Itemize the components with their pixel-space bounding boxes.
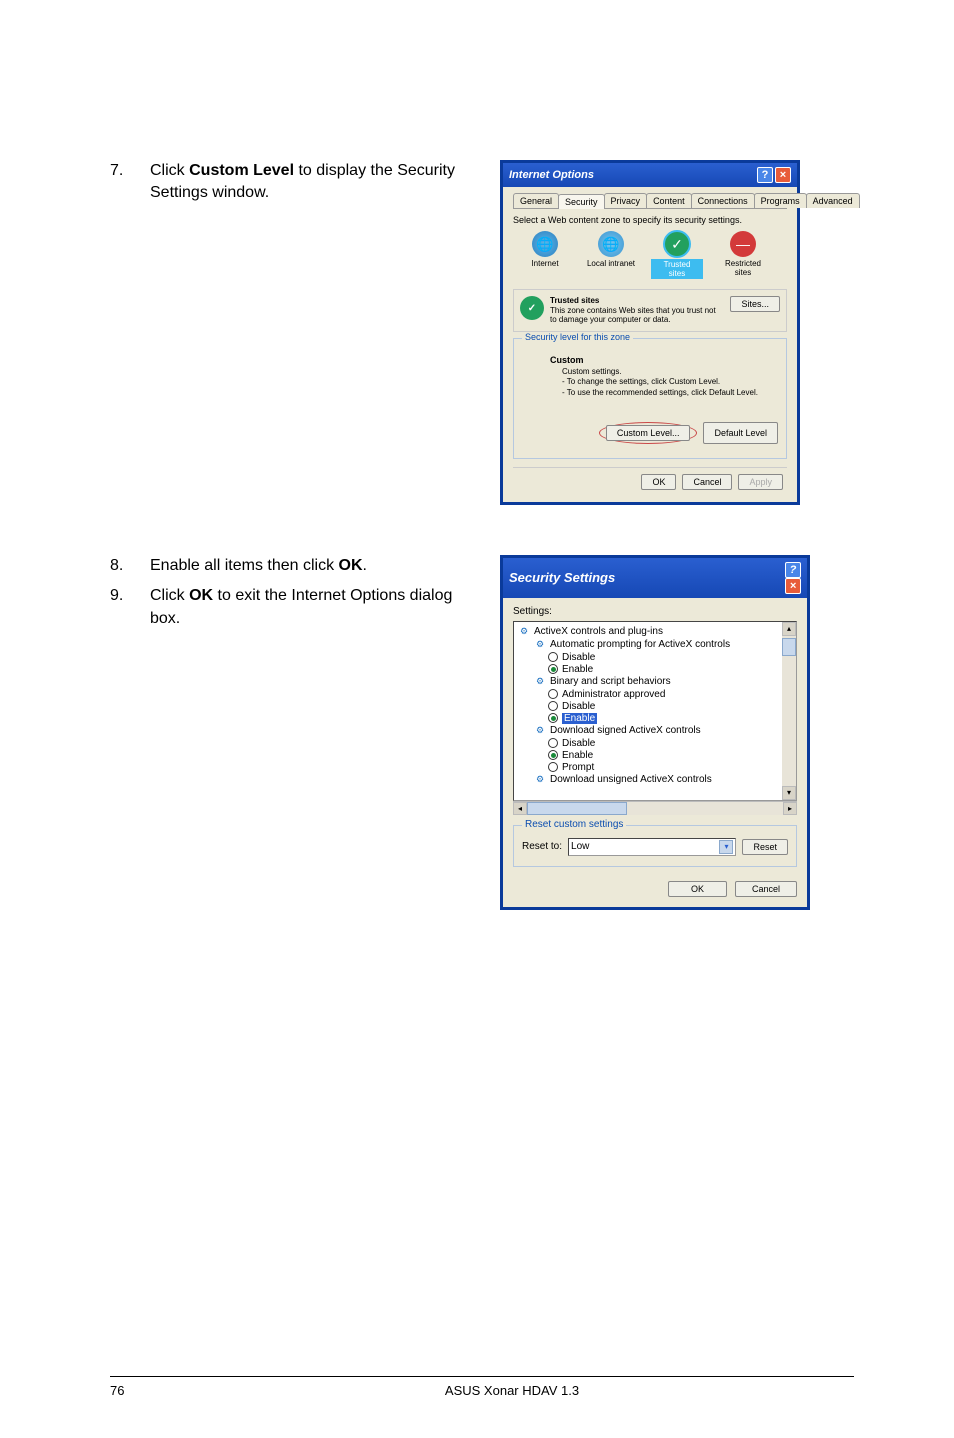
gear-icon: ⚙ <box>534 639 546 651</box>
fieldset-legend: Reset custom settings <box>522 819 626 830</box>
zone-prompt: Select a Web content zone to specify its… <box>513 215 787 225</box>
radio-option[interactable]: Enable <box>518 750 792 761</box>
globe-icon: 🌐 <box>532 231 558 257</box>
dialog-security-settings: Security Settings ? × Settings: ⚙ActiveX… <box>500 555 810 910</box>
horizontal-scrollbar[interactable]: ◂ ▸ <box>513 801 797 815</box>
scroll-thumb[interactable] <box>527 802 627 815</box>
help-icon[interactable]: ? <box>757 167 773 183</box>
ok-button[interactable]: OK <box>641 474 676 490</box>
apply-button[interactable]: Apply <box>738 474 783 490</box>
dialog-title-bar: Security Settings ? × <box>503 558 807 598</box>
step-8: 8. Enable all items then click OK. <box>110 555 470 577</box>
radio-option[interactable]: Disable <box>518 701 792 712</box>
gear-icon: ⚙ <box>534 676 546 688</box>
page-number: 76 <box>110 1383 170 1398</box>
step-7: 7. Click Custom Level to display the Sec… <box>110 160 470 205</box>
dialog-internet-options: Internet Options ? × General Security Pr… <box>500 160 800 505</box>
settings-listbox[interactable]: ⚙ActiveX controls and plug-ins ⚙Automati… <box>513 621 797 801</box>
cancel-button[interactable]: Cancel <box>682 474 732 490</box>
step-text: Click OK to exit the Internet Options di… <box>150 585 470 630</box>
tab-general[interactable]: General <box>513 193 559 208</box>
custom-level-button[interactable]: Custom Level... <box>606 425 691 441</box>
tab-content[interactable]: Content <box>646 193 692 208</box>
radio-option[interactable]: Disable <box>518 652 792 663</box>
scroll-down-icon[interactable]: ▾ <box>782 786 796 800</box>
tree-node: ⚙ActiveX controls and plug-ins <box>518 626 792 638</box>
ok-button[interactable]: OK <box>668 881 727 897</box>
tree-node: ⚙Automatic prompting for ActiveX control… <box>534 639 792 651</box>
tab-advanced[interactable]: Advanced <box>806 193 860 208</box>
close-icon[interactable]: × <box>785 578 801 594</box>
step-number: 8. <box>110 555 150 577</box>
radio-option[interactable]: Enable <box>518 664 792 675</box>
tree-node: ⚙Download signed ActiveX controls <box>534 725 792 737</box>
step-text: Enable all items then click OK. <box>150 555 367 577</box>
settings-label: Settings: <box>513 606 797 617</box>
page-footer: 76 ASUS Xonar HDAV 1.3 <box>110 1376 854 1398</box>
vertical-scrollbar[interactable]: ▴ ▾ <box>782 622 796 800</box>
sites-button[interactable]: Sites... <box>730 296 780 312</box>
zone-restricted-sites[interactable]: — Restricted sites <box>717 231 769 277</box>
checkmark-icon: ✓ <box>664 231 690 257</box>
zone-trusted-sites[interactable]: ✓ Trusted sites <box>651 231 703 279</box>
tab-strip: General Security Privacy Content Connect… <box>513 193 787 209</box>
reset-to-select[interactable]: Low ▾ <box>568 838 736 856</box>
radio-option-selected[interactable]: Enable <box>518 713 792 724</box>
step-9: 9. Click OK to exit the Internet Options… <box>110 585 470 630</box>
scroll-thumb[interactable] <box>782 638 796 656</box>
zone-internet[interactable]: 🌐 Internet <box>519 231 571 268</box>
select-value: Low <box>571 841 589 852</box>
minus-icon: — <box>730 231 756 257</box>
fieldset-legend: Security level for this zone <box>522 332 633 342</box>
reset-custom-fieldset: Reset custom settings Reset to: Low ▾ Re… <box>513 825 797 867</box>
custom-description: Custom settings. - To change the setting… <box>562 367 778 398</box>
trusted-heading: Trusted sites <box>550 296 599 305</box>
default-level-button[interactable]: Default Level <box>703 422 778 444</box>
chevron-down-icon[interactable]: ▾ <box>719 840 733 854</box>
reset-button[interactable]: Reset <box>742 839 788 855</box>
trusted-sites-panel: ✓ Trusted sites This zone contains Web s… <box>513 289 787 332</box>
highlight-circle: Custom Level... <box>599 422 698 444</box>
dialog-button-row: OK Cancel <box>513 881 797 897</box>
tree-node: ⚙Binary and script behaviors <box>534 676 792 688</box>
security-level-fieldset: Security level for this zone Custom Cust… <box>513 338 787 459</box>
scroll-left-icon[interactable]: ◂ <box>513 802 527 815</box>
custom-heading: Custom <box>550 355 778 365</box>
radio-option[interactable]: Prompt <box>518 762 792 773</box>
zone-icons-row: 🌐 Internet 🌐 Local intranet ✓ Trusted si… <box>519 231 781 279</box>
scroll-right-icon[interactable]: ▸ <box>783 802 797 815</box>
step-number: 7. <box>110 160 150 205</box>
step-text: Click Custom Level to display the Securi… <box>150 160 470 205</box>
help-icon[interactable]: ? <box>785 562 801 578</box>
cancel-button[interactable]: Cancel <box>735 881 797 897</box>
footer-product: ASUS Xonar HDAV 1.3 <box>170 1383 854 1398</box>
tab-programs[interactable]: Programs <box>754 193 807 208</box>
dialog-button-row: OK Cancel Apply <box>513 467 787 492</box>
close-icon[interactable]: × <box>775 167 791 183</box>
dialog-title-bar: Internet Options ? × <box>503 163 797 187</box>
radio-option[interactable]: Administrator approved <box>518 689 792 700</box>
tab-privacy[interactable]: Privacy <box>604 193 648 208</box>
radio-option[interactable]: Disable <box>518 738 792 749</box>
step-number: 9. <box>110 585 150 630</box>
gear-icon: ⚙ <box>534 725 546 737</box>
reset-to-label: Reset to: <box>522 841 562 852</box>
zone-local-intranet[interactable]: 🌐 Local intranet <box>585 231 637 268</box>
tab-security[interactable]: Security <box>558 194 605 209</box>
dialog-title: Security Settings <box>509 570 615 585</box>
gear-icon: ⚙ <box>518 626 530 638</box>
dialog-title: Internet Options <box>509 169 594 181</box>
tab-connections[interactable]: Connections <box>691 193 755 208</box>
shield-check-icon: ✓ <box>520 296 544 320</box>
gear-icon: ⚙ <box>534 774 546 786</box>
intranet-icon: 🌐 <box>598 231 624 257</box>
tree-node: ⚙Download unsigned ActiveX controls <box>534 774 792 786</box>
trusted-description: This zone contains Web sites that you tr… <box>550 306 716 325</box>
scroll-up-icon[interactable]: ▴ <box>782 622 796 636</box>
